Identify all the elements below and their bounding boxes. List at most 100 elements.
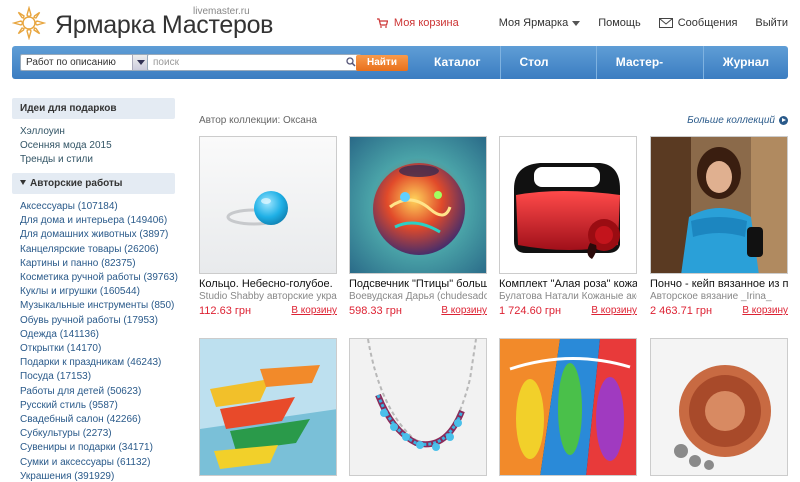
cart-label: Моя корзина (393, 17, 459, 29)
category-link[interactable]: Картины и панно (82375) (20, 257, 175, 271)
ceramic-plate-image (651, 339, 787, 475)
search-placeholder: поиск (153, 57, 179, 68)
cart-link[interactable]: Моя корзина (376, 17, 459, 29)
product-card[interactable] (650, 338, 788, 476)
gift-link[interactable]: Хэллоуин (20, 125, 175, 139)
my-fair-label: Моя Ярмарка (498, 17, 569, 29)
product-title[interactable]: Пончо - кейп вязанное из пряжи (650, 278, 788, 290)
search-nav-bar: Работ по описанию поиск Найти Каталог Ст… (12, 46, 788, 102)
nav-master-classes[interactable]: Мастер-Классы (595, 46, 703, 102)
category-link[interactable]: Субкультуры (2273) (20, 427, 175, 441)
gifts-heading[interactable]: Идеи для подарков (12, 98, 175, 119)
arrow-right-circle-icon (779, 116, 788, 125)
category-link[interactable]: Одежда (141136) (20, 328, 175, 342)
product-seller[interactable]: Булатова Натали Кожаные аксессуары (499, 291, 637, 302)
more-collections-link[interactable]: Больше коллекций (687, 115, 788, 126)
category-link[interactable]: Русский стиль (9587) (20, 399, 175, 413)
product-title[interactable]: Подсвечник "Птицы" большой (349, 278, 487, 290)
add-to-cart-link[interactable]: В корзину (441, 305, 487, 317)
collection-author: Автор коллекции: Оксана (199, 115, 317, 126)
search-input[interactable]: поиск (147, 54, 361, 71)
red-bag-image (500, 137, 636, 273)
add-to-cart-link[interactable]: В корзину (291, 305, 337, 317)
category-link[interactable]: Для дома и интерьера (149406) (20, 214, 175, 228)
category-link[interactable]: Музыкальные инструменты (850) (20, 299, 175, 313)
ring-image (200, 137, 336, 273)
search-icon[interactable] (346, 57, 356, 67)
product-seller[interactable]: Авторское вязание _Irina_ (650, 291, 788, 302)
abstract-painting-image (500, 339, 636, 475)
nav-catalog[interactable]: Каталог (415, 46, 500, 79)
category-link[interactable]: Сумки и аксессуары (61132) (20, 456, 175, 470)
product-price: 1 724.60 грн (499, 305, 562, 317)
product-card[interactable]: Комплект "Алая роза" кожа Булатова Натал… (499, 136, 637, 317)
brand-domain: livemaster.ru (193, 6, 250, 17)
product-image[interactable] (499, 338, 637, 476)
product-title[interactable]: Кольцо. Небесно-голубое. (199, 278, 337, 290)
main-nav: Каталог Стол заказов Мастер-Классы Журна… (415, 46, 788, 102)
gift-links: Хэллоуин Осенняя мода 2015 Тренды и стил… (12, 119, 175, 173)
category-link[interactable]: Посуда (17153) (20, 370, 175, 384)
envelope-icon (658, 18, 673, 28)
help-label: Помощь (598, 17, 641, 29)
necklace-image (350, 339, 486, 475)
category-link[interactable]: Украшения (391929) (20, 470, 175, 482)
product-image[interactable] (650, 136, 788, 274)
category-link[interactable]: Аксессуары (107184) (20, 200, 175, 214)
messages-label: Сообщения (677, 17, 738, 29)
more-collections-label: Больше коллекций (687, 115, 775, 126)
my-fair-menu[interactable]: Моя Ярмарка (498, 17, 581, 29)
logout-link[interactable]: Выйти (755, 17, 788, 29)
chevron-down-icon (572, 21, 581, 26)
category-link[interactable]: Свадебный салон (42266) (20, 413, 175, 427)
add-to-cart-link[interactable]: В корзину (591, 305, 637, 317)
product-image[interactable] (349, 136, 487, 274)
category-link[interactable]: Подарки к праздникам (46243) (20, 356, 175, 370)
gift-link[interactable]: Тренды и стили (20, 153, 175, 167)
works-heading-label: Авторские работы (30, 178, 123, 189)
product-card[interactable]: Кольцо. Небесно-голубое. Studio Shabby а… (199, 136, 337, 317)
product-image[interactable] (349, 338, 487, 476)
category-link[interactable]: Открытки (14170) (20, 342, 175, 356)
product-seller[interactable]: Studio Shabby авторские украшения (199, 291, 337, 302)
category-link[interactable]: Косметика ручной работы (39763) (20, 271, 178, 285)
product-price: 598.33 грн (349, 305, 402, 317)
product-image[interactable] (199, 136, 337, 274)
works-heading[interactable]: Авторские работы (12, 173, 175, 194)
product-image[interactable] (499, 136, 637, 274)
product-card[interactable]: Пончо - кейп вязанное из пряжи Авторское… (650, 136, 788, 317)
help-link[interactable]: Помощь (598, 17, 641, 29)
product-card[interactable] (199, 338, 337, 476)
product-price: 112.63 грн (199, 305, 252, 317)
product-image[interactable] (199, 338, 337, 476)
product-seller[interactable]: Воевудская Дарья (chudesador) (349, 291, 487, 302)
product-price: 2 463.71 грн (650, 305, 713, 317)
sidebar: Идеи для подарков Хэллоуин Осенняя мода … (12, 98, 178, 482)
search-type-select[interactable]: Работ по описанию (20, 54, 150, 71)
category-link[interactable]: Для домашних животных (3897) (20, 228, 175, 242)
category-link[interactable]: Сувениры и подарки (34171) (20, 441, 175, 455)
category-link[interactable]: Куклы и игрушки (160544) (20, 285, 175, 299)
product-card[interactable]: Подсвечник "Птицы" большой Воевудская Да… (349, 136, 487, 317)
product-card[interactable] (499, 338, 637, 476)
add-to-cart-link[interactable]: В корзину (742, 305, 788, 317)
poncho-model-image (651, 137, 787, 273)
find-button[interactable]: Найти (356, 55, 408, 71)
category-link[interactable]: Обувь ручной работы (17953) (20, 314, 175, 328)
triangle-down-icon (20, 180, 26, 185)
logout-label: Выйти (755, 17, 788, 29)
nav-journal[interactable]: Журнал (702, 46, 788, 79)
category-link[interactable]: Канцелярские товары (26206) (20, 243, 175, 257)
candle-holder-image (350, 137, 486, 273)
search-type-value: Работ по описанию (26, 57, 116, 68)
cart-icon (376, 18, 388, 28)
product-image[interactable] (650, 338, 788, 476)
product-card[interactable] (349, 338, 487, 476)
nav-order-table[interactable]: Стол заказов (499, 46, 596, 102)
sun-logo-icon[interactable] (12, 6, 46, 40)
gift-link[interactable]: Осенняя мода 2015 (20, 139, 175, 153)
boats-painting-image (200, 339, 336, 475)
category-link[interactable]: Работы для детей (50623) (20, 385, 175, 399)
messages-link[interactable]: Сообщения (658, 17, 738, 29)
product-title[interactable]: Комплект "Алая роза" кожа (499, 278, 637, 290)
